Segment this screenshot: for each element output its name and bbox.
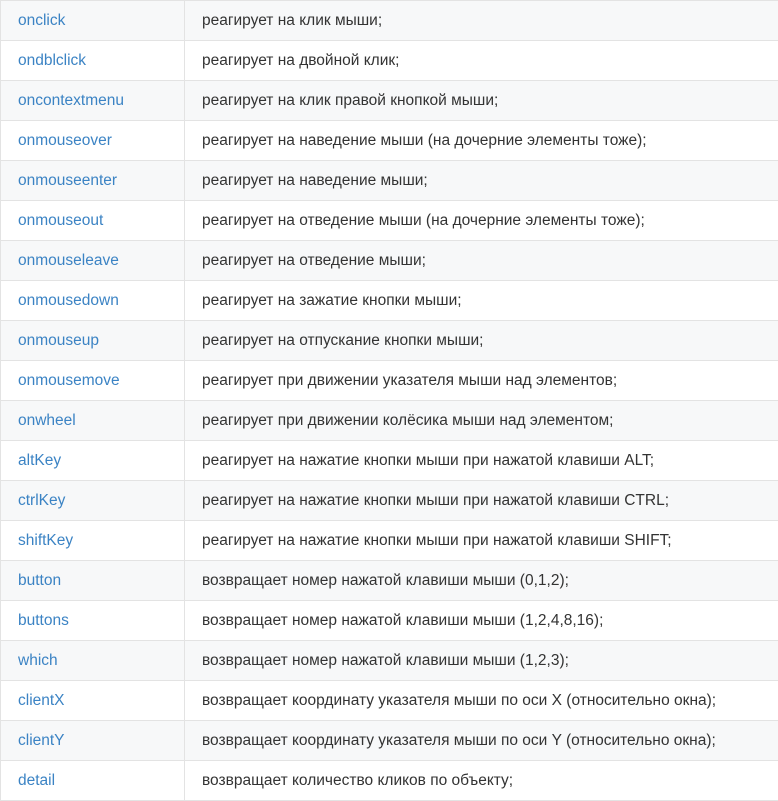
mouse-events-table: onclick реагирует на клик мыши; ondblcli… [0, 0, 778, 801]
event-name-cell: button [1, 561, 185, 601]
table-row: clientY возвращает координату указателя … [1, 721, 778, 761]
event-name-link[interactable]: clientY [18, 732, 65, 749]
event-name-link[interactable]: onmousemove [18, 372, 120, 389]
event-name-cell: onclick [1, 1, 185, 41]
event-description-cell: реагирует на клик правой кнопкой мыши; [185, 81, 778, 121]
event-name-cell: onmouseover [1, 121, 185, 161]
event-description-cell: реагирует на нажатие кнопки мыши при наж… [185, 521, 778, 561]
table-row: onmouseup реагирует на отпускание кнопки… [1, 321, 778, 361]
event-name-link[interactable]: onmousedown [18, 292, 119, 309]
event-name-cell: onmouseup [1, 321, 185, 361]
event-name-link[interactable]: clientX [18, 692, 65, 709]
event-description-cell: возвращает номер нажатой клавиши мыши (1… [185, 601, 778, 641]
table-body: onclick реагирует на клик мыши; ondblcli… [1, 1, 778, 801]
event-name-link[interactable]: onmouseup [18, 332, 99, 349]
event-name-link[interactable]: onmouseenter [18, 172, 117, 189]
event-name-link[interactable]: ondblclick [18, 52, 86, 69]
table-row: oncontextmenu реагирует на клик правой к… [1, 81, 778, 121]
table-row: onmousedown реагирует на зажатие кнопки … [1, 281, 778, 321]
event-description-cell: возвращает координату указателя мыши по … [185, 681, 778, 721]
event-description-cell: реагирует на наведение мыши (на дочерние… [185, 121, 778, 161]
event-description-cell: реагирует на клик мыши; [185, 1, 778, 41]
table-row: onmouseleave реагирует на отведение мыши… [1, 241, 778, 281]
table-row: onmouseenter реагирует на наведение мыши… [1, 161, 778, 201]
table-row: ctrlKey реагирует на нажатие кнопки мыши… [1, 481, 778, 521]
event-name-link[interactable]: altKey [18, 452, 61, 469]
table-row: altKey реагирует на нажатие кнопки мыши … [1, 441, 778, 481]
table-row: button возвращает номер нажатой клавиши … [1, 561, 778, 601]
event-description-cell: реагирует на отведение мыши; [185, 241, 778, 281]
table-row: ondblclick реагирует на двойной клик; [1, 41, 778, 81]
event-name-cell: onmousedown [1, 281, 185, 321]
event-name-cell: altKey [1, 441, 185, 481]
event-description-cell: реагирует на отпускание кнопки мыши; [185, 321, 778, 361]
event-description-cell: реагирует на наведение мыши; [185, 161, 778, 201]
event-name-cell: clientY [1, 721, 185, 761]
table-row: onmouseout реагирует на отведение мыши (… [1, 201, 778, 241]
event-description-cell: реагирует при движении указателя мыши на… [185, 361, 778, 401]
event-name-cell: buttons [1, 601, 185, 641]
event-description-cell: возвращает номер нажатой клавиши мыши (1… [185, 641, 778, 681]
event-name-cell: onmouseenter [1, 161, 185, 201]
event-name-cell: detail [1, 761, 185, 801]
table-row: clientX возвращает координату указателя … [1, 681, 778, 721]
event-name-link[interactable]: ctrlKey [18, 492, 65, 509]
table-row: which возвращает номер нажатой клавиши м… [1, 641, 778, 681]
table-row: onclick реагирует на клик мыши; [1, 1, 778, 41]
event-name-link[interactable]: onmouseout [18, 212, 103, 229]
event-name-cell: ctrlKey [1, 481, 185, 521]
event-name-link[interactable]: onclick [18, 12, 65, 29]
event-name-link[interactable]: onmouseleave [18, 252, 119, 269]
event-description-cell: реагирует на нажатие кнопки мыши при наж… [185, 481, 778, 521]
event-name-cell: oncontextmenu [1, 81, 185, 121]
table-row: buttons возвращает номер нажатой клавиши… [1, 601, 778, 641]
event-description-cell: возвращает номер нажатой клавиши мыши (0… [185, 561, 778, 601]
table-row: onmouseover реагирует на наведение мыши … [1, 121, 778, 161]
event-description-cell: реагирует на двойной клик; [185, 41, 778, 81]
event-name-link[interactable]: which [18, 652, 58, 669]
event-name-cell: shiftKey [1, 521, 185, 561]
event-description-cell: возвращает количество кликов по объекту; [185, 761, 778, 801]
event-name-link[interactable]: onmouseover [18, 132, 112, 149]
event-name-link[interactable]: onwheel [18, 412, 76, 429]
event-name-link[interactable]: oncontextmenu [18, 92, 124, 109]
event-name-cell: onwheel [1, 401, 185, 441]
table-row: shiftKey реагирует на нажатие кнопки мыш… [1, 521, 778, 561]
event-description-cell: реагирует на отведение мыши (на дочерние… [185, 201, 778, 241]
event-name-cell: ondblclick [1, 41, 185, 81]
event-name-cell: clientX [1, 681, 185, 721]
event-name-cell: which [1, 641, 185, 681]
event-description-cell: реагирует на нажатие кнопки мыши при наж… [185, 441, 778, 481]
event-name-link[interactable]: detail [18, 772, 55, 789]
table-row: onwheel реагирует при движении колёсика … [1, 401, 778, 441]
event-name-cell: onmouseout [1, 201, 185, 241]
event-name-cell: onmousemove [1, 361, 185, 401]
table-row: onmousemove реагирует при движении указа… [1, 361, 778, 401]
event-description-cell: возвращает координату указателя мыши по … [185, 721, 778, 761]
event-name-link[interactable]: buttons [18, 612, 69, 629]
event-name-link[interactable]: button [18, 572, 61, 589]
event-name-link[interactable]: shiftKey [18, 532, 73, 549]
event-description-cell: реагирует на зажатие кнопки мыши; [185, 281, 778, 321]
event-description-cell: реагирует при движении колёсика мыши над… [185, 401, 778, 441]
event-name-cell: onmouseleave [1, 241, 185, 281]
table-row: detail возвращает количество кликов по о… [1, 761, 778, 801]
